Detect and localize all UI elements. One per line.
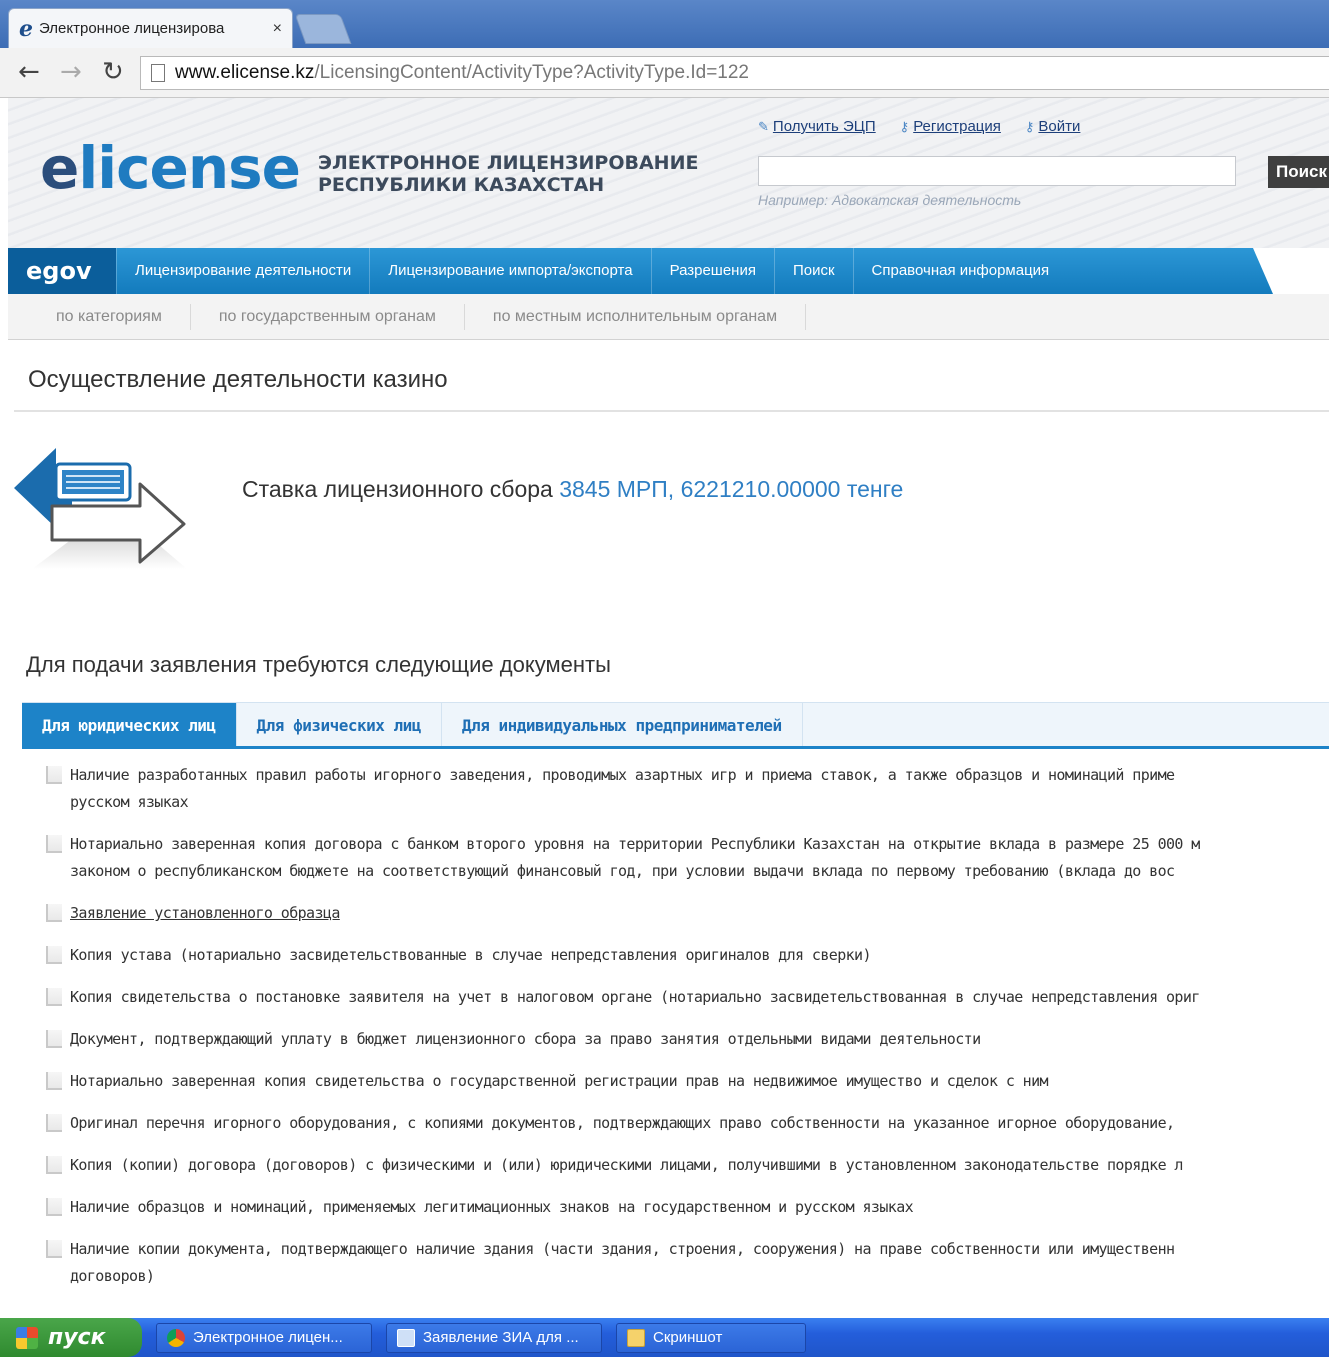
required-documents-list: Наличие разработанных правил работы игор… <box>44 762 1329 1318</box>
search-input[interactable] <box>758 156 1236 186</box>
key-icon: ⚷ <box>899 119 910 134</box>
login-link[interactable]: Войти <box>1038 118 1080 135</box>
applicant-type-tabs: Для юридических лиц Для физических лиц Д… <box>22 702 1329 749</box>
close-icon[interactable]: × <box>273 20 282 38</box>
subnav-by-local-bodies[interactable]: по местным исполнительным органам <box>465 303 807 330</box>
elicense-logo[interactable]: elicense <box>40 134 301 202</box>
list-item: Копия устава (нотариально засвидетельств… <box>44 942 1329 969</box>
chrome-icon <box>167 1328 185 1347</box>
register-link[interactable]: Регистрация <box>913 118 1001 135</box>
documents-heading: Для подачи заявления требуются следующие… <box>26 652 611 677</box>
egov-logo[interactable]: egov <box>8 248 116 294</box>
nav-licensing-activity[interactable]: Лицензирование деятельности <box>116 248 369 294</box>
nav-reference-info[interactable]: Справочная информация <box>852 248 1068 294</box>
page-icon <box>151 64 165 82</box>
list-item: Наличие образцов и номинаций, применяемы… <box>44 1194 1329 1221</box>
application-form-link[interactable]: Заявление установленного образца <box>70 900 1329 927</box>
tab-individuals[interactable]: Для физических лиц <box>237 703 442 749</box>
new-tab-button[interactable] <box>294 14 352 44</box>
back-arrow-icon[interactable]: ← <box>18 58 40 86</box>
sub-nav: по категориям по государственным органам… <box>8 294 1329 340</box>
taskbar-item-document[interactable]: Заявление ЗИА для ... <box>386 1322 602 1353</box>
document-icon <box>46 946 62 964</box>
document-icon <box>46 1030 62 1048</box>
word-document-icon <box>397 1328 415 1347</box>
tab-sole-proprietors[interactable]: Для индивидуальных предпринимателей <box>442 703 803 749</box>
list-item: Копия свидетельства о постановке заявите… <box>44 984 1329 1011</box>
site-tagline: ЭЛЕКТРОННОЕ ЛИЦЕНЗИРОВАНИЕ РЕСПУБЛИКИ КА… <box>318 152 699 196</box>
document-icon <box>46 766 62 784</box>
taskbar-item-folder[interactable]: Скриншот <box>616 1322 806 1353</box>
nav-licensing-import-export[interactable]: Лицензирование импорта/экспорта <box>369 248 650 294</box>
key-icon: ⚷ <box>1024 119 1035 134</box>
list-item: Документ, подтверждающий уплату в бюджет… <box>44 1026 1329 1053</box>
list-item: Наличие копии документа, подтверждающего… <box>44 1236 1329 1290</box>
nav-permits[interactable]: Разрешения <box>650 248 774 294</box>
list-item: Нотариально заверенная копия свидетельст… <box>44 1068 1329 1095</box>
reload-icon[interactable]: ↻ <box>102 58 124 86</box>
document-icon <box>46 988 62 1006</box>
list-item: Наличие разработанных правил работы игор… <box>44 762 1329 816</box>
license-fee: Ставка лицензионного сбора 3845 МРП, 622… <box>242 476 903 503</box>
fee-label: Ставка лицензионного сбора <box>242 476 553 502</box>
license-transfer-icon <box>14 448 187 569</box>
tab-legal-entities[interactable]: Для юридических лиц <box>22 703 237 749</box>
url-path: /LicensingContent/ActivityType?ActivityT… <box>314 62 749 83</box>
list-item: Оригинал перечня игорного оборудования, … <box>44 1110 1329 1137</box>
site-favicon-icon: e <box>19 15 33 42</box>
taskbar: пуск Электронное лицен... Заявление ЗИА … <box>0 1318 1329 1357</box>
browser-toolbar: ← → ↻ www.elicense.kz/LicensingContent/A… <box>0 48 1329 98</box>
start-button[interactable]: пуск <box>0 1318 142 1357</box>
browser-tab-bar: e Электронное лицензирова × <box>0 0 1329 48</box>
list-item: Заявление установленного образца <box>44 900 1329 927</box>
subnav-by-category[interactable]: по категориям <box>8 303 191 330</box>
document-icon <box>46 1114 62 1132</box>
document-icon <box>46 904 62 922</box>
document-icon <box>46 1198 62 1216</box>
document-icon <box>46 1072 62 1090</box>
folder-icon <box>627 1328 645 1347</box>
main-nav: egov Лицензирование деятельности Лицензи… <box>8 248 1273 294</box>
search-hint: Например: Адвокатская деятельность <box>758 192 1022 208</box>
get-eds-link[interactable]: Получить ЭЦП <box>773 118 876 135</box>
list-item: Нотариально заверенная копия договора с … <box>44 831 1329 885</box>
key-icon: ✎ <box>758 119 769 134</box>
subnav-by-state-bodies[interactable]: по государственным органам <box>191 303 465 330</box>
address-bar[interactable]: www.elicense.kz/LicensingContent/Activit… <box>140 56 1329 90</box>
taskbar-item-browser[interactable]: Электронное лицен... <box>156 1322 372 1353</box>
search-button[interactable]: Поиск <box>1268 156 1329 188</box>
site-header: elicense ЭЛЕКТРОННОЕ ЛИЦЕНЗИРОВАНИЕ РЕСП… <box>8 98 1329 248</box>
document-icon <box>46 835 62 853</box>
url-host: www.elicense.kz <box>175 62 315 83</box>
tabs-underline <box>22 746 1329 749</box>
title-divider <box>14 410 1329 412</box>
forward-arrow-icon[interactable]: → <box>60 58 82 86</box>
document-icon <box>46 1240 62 1258</box>
document-icon <box>46 1156 62 1174</box>
windows-logo-icon <box>16 1326 38 1349</box>
list-item: Копия (копии) договора (договоров) с физ… <box>44 1152 1329 1179</box>
nav-search[interactable]: Поиск <box>773 248 853 294</box>
browser-tab[interactable]: e Электронное лицензирова × <box>8 8 293 48</box>
header-links: ✎ Получить ЭЦП ⚷ Регистрация ⚷ Войти <box>758 118 1080 135</box>
page-title: Осуществление деятельности казино <box>28 366 448 393</box>
fee-value: 3845 МРП, 6221210.00000 тенге <box>559 476 904 502</box>
tab-title: Электронное лицензирова <box>39 20 225 37</box>
